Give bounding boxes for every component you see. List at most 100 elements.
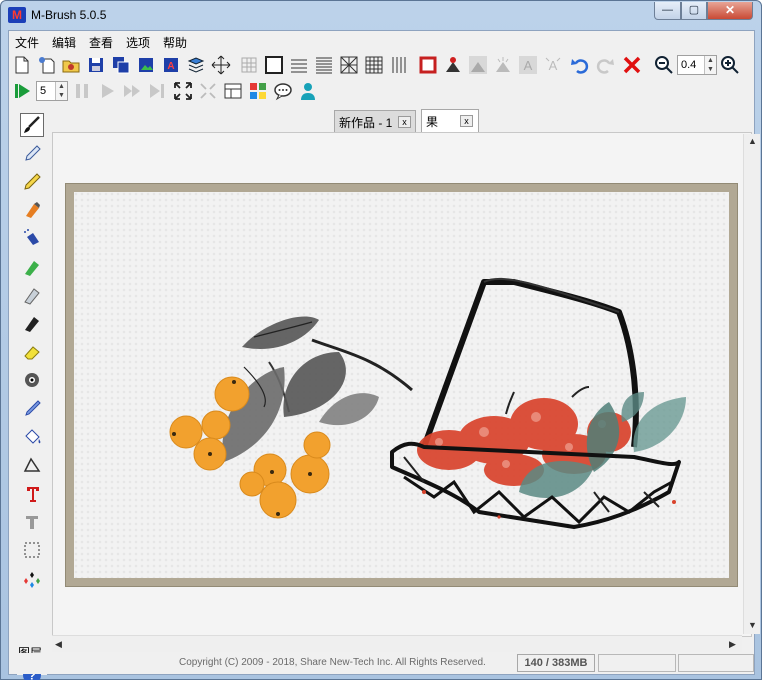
delete-icon[interactable] xyxy=(621,54,643,76)
redo-icon xyxy=(594,54,616,76)
playback-toolbar: 5 ▲ ▼ xyxy=(9,78,754,104)
spin-arrows-icon[interactable]: ▲ ▼ xyxy=(55,82,67,100)
tab-new-work[interactable]: 新作品 - 1 x xyxy=(334,110,416,132)
marker-tool-icon[interactable] xyxy=(20,198,44,222)
zoom-stepper[interactable]: 0.4 ▲ ▼ xyxy=(677,55,717,75)
layers-icon[interactable] xyxy=(185,54,207,76)
tab-close-icon[interactable]: x xyxy=(460,115,473,127)
tab-fruit[interactable]: 果 x xyxy=(421,109,479,132)
blur-tool-icon[interactable] xyxy=(20,368,44,392)
svg-text:A: A xyxy=(524,58,533,73)
fast-forward-icon xyxy=(121,80,143,102)
dense-lines-icon[interactable] xyxy=(313,54,335,76)
seal-disabled-icon xyxy=(467,54,489,76)
open-icon[interactable] xyxy=(60,54,82,76)
svg-text:A: A xyxy=(549,58,558,73)
layout-icon[interactable] xyxy=(222,80,244,102)
text-outline-tool-icon[interactable] xyxy=(20,510,44,534)
brush-tool-icon[interactable] xyxy=(20,113,44,137)
title-bar[interactable]: M M-Brush 5.0.5 — ▢ ✕ xyxy=(1,1,761,31)
menu-help[interactable]: 帮助 xyxy=(163,34,187,51)
border-icon[interactable] xyxy=(417,54,439,76)
zoom-value: 0.4 xyxy=(681,59,697,71)
vertical-lines-icon[interactable] xyxy=(388,54,410,76)
shrink-icon xyxy=(197,80,219,102)
scroll-down-icon[interactable]: ▼ xyxy=(748,620,757,630)
text-disabled-icon: A xyxy=(517,54,539,76)
menu-options[interactable]: 选项 xyxy=(126,34,150,51)
spray-tool-icon[interactable] xyxy=(20,226,44,250)
document-area[interactable] xyxy=(52,132,752,637)
vertical-scrollbar[interactable]: ▲ ▼ xyxy=(743,134,760,634)
copyright-text: Copyright (C) 2009 - 2018, Share New-Tec… xyxy=(179,657,486,668)
scroll-right-icon[interactable]: ▶ xyxy=(729,639,736,650)
pencil-tool-icon[interactable] xyxy=(20,170,44,194)
eraser-tool-icon[interactable] xyxy=(20,340,44,364)
select-tool-icon[interactable] xyxy=(20,538,44,562)
status-panel xyxy=(598,654,676,672)
painting-artwork xyxy=(169,277,686,529)
svg-text:A: A xyxy=(167,61,174,72)
scroll-left-icon[interactable]: ◀ xyxy=(55,639,62,650)
close-button[interactable]: ✕ xyxy=(707,2,753,20)
new-icon[interactable] xyxy=(11,54,33,76)
app-logo-icon: M xyxy=(8,7,26,23)
grid-icon[interactable] xyxy=(238,54,260,76)
eyedropper-tool-icon[interactable] xyxy=(20,397,44,421)
zoom-out-icon[interactable] xyxy=(653,54,675,76)
undo-icon[interactable] xyxy=(569,54,591,76)
play-start-icon[interactable] xyxy=(11,80,33,102)
horizontal-scrollbar[interactable]: ◀ ▶ xyxy=(52,635,742,652)
export-pdf-icon[interactable]: A xyxy=(160,54,182,76)
zoom-in-icon[interactable] xyxy=(719,54,741,76)
seal-icon[interactable] xyxy=(442,54,464,76)
pen-tool-icon[interactable] xyxy=(20,142,44,166)
effect2-disabled-icon: A xyxy=(542,54,564,76)
shape-tool-icon[interactable] xyxy=(20,453,44,477)
effect-disabled-icon xyxy=(492,54,514,76)
minimize-button[interactable]: — xyxy=(654,2,681,20)
move-icon[interactable] xyxy=(210,54,232,76)
save-icon[interactable] xyxy=(85,54,107,76)
painting-canvas[interactable] xyxy=(74,192,729,578)
new-template-icon[interactable] xyxy=(36,54,58,76)
text-tool-icon[interactable] xyxy=(20,482,44,506)
tab-label: 果 xyxy=(426,115,439,129)
fullscreen-icon[interactable] xyxy=(172,80,194,102)
window-title: M-Brush 5.0.5 xyxy=(31,8,107,22)
menu-file[interactable]: 文件 xyxy=(15,34,39,51)
color-tool-icon[interactable] xyxy=(20,567,44,591)
app-window: M M-Brush 5.0.5 — ▢ ✕ 文件 编辑 查看 选项 帮助 A A… xyxy=(0,0,762,680)
frame-icon[interactable] xyxy=(263,54,285,76)
fill-tool-icon[interactable] xyxy=(20,425,44,449)
color-grid-icon[interactable] xyxy=(247,80,269,102)
spin-arrows-icon[interactable]: ▲ ▼ xyxy=(704,56,716,74)
client-area: 文件 编辑 查看 选项 帮助 A A A 0.4 ▲ ▼ 5 ▲ ▼ ? 新作品… xyxy=(8,30,760,680)
pause-icon xyxy=(71,80,93,102)
canvas-frame xyxy=(65,183,738,587)
chalk-tool-icon[interactable] xyxy=(20,255,44,279)
maximize-button[interactable]: ▢ xyxy=(681,2,707,20)
tab-label: 新作品 - 1 xyxy=(339,116,393,130)
ink-tool-icon[interactable] xyxy=(20,311,44,335)
tool-palette: 图层 ? xyxy=(17,111,47,680)
main-toolbar: A A A 0.4 ▲ ▼ xyxy=(9,52,754,78)
user-icon[interactable] xyxy=(297,80,319,102)
tab-close-icon[interactable]: x xyxy=(398,116,411,128)
memory-usage: 140 / 383MB xyxy=(517,654,595,672)
scroll-up-icon[interactable]: ▲ xyxy=(748,136,757,146)
save-image-icon[interactable] xyxy=(135,54,157,76)
menu-edit[interactable]: 编辑 xyxy=(52,34,76,51)
status-panel xyxy=(678,654,754,672)
square-grid-icon[interactable] xyxy=(363,54,385,76)
play-icon xyxy=(96,80,118,102)
diagonal-grid-icon[interactable] xyxy=(338,54,360,76)
smudge-tool-icon[interactable] xyxy=(20,283,44,307)
brush-size-value: 5 xyxy=(40,85,47,97)
save-all-icon[interactable] xyxy=(110,54,132,76)
skip-end-icon xyxy=(146,80,168,102)
chat-icon[interactable] xyxy=(272,80,294,102)
brush-size-stepper[interactable]: 5 ▲ ▼ xyxy=(36,81,68,101)
menu-view[interactable]: 查看 xyxy=(89,34,113,51)
lines-icon[interactable] xyxy=(288,54,310,76)
